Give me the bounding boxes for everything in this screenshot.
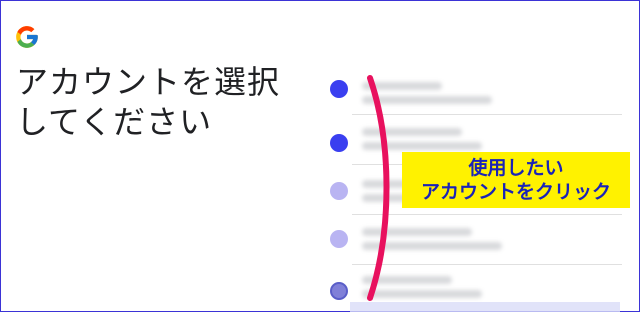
google-g-icon	[16, 26, 38, 48]
page-title-line2: してください	[16, 103, 213, 141]
bottom-highlight-bar	[350, 302, 620, 312]
annotation-line2: アカウントをクリック	[420, 181, 611, 203]
bracket-annotation	[367, 75, 390, 301]
annotation-callout: 使用したい アカウントをクリック	[402, 152, 630, 208]
annotation-line1: 使用したい	[468, 157, 564, 179]
page-title: アカウントを選択 してください	[16, 62, 280, 142]
page-title-line1: アカウントを選択	[16, 63, 281, 101]
